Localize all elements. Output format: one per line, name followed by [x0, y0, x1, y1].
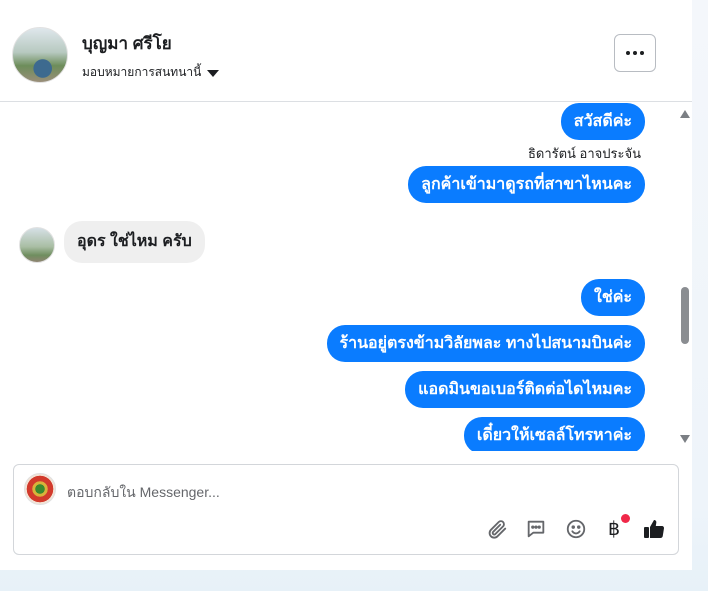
- assign-label: มอบหมายการสนทนานี้: [82, 65, 202, 79]
- assign-conversation-dropdown[interactable]: มอบหมายการสนทนานี้: [82, 63, 220, 82]
- outgoing-message[interactable]: ใช่ค่ะ: [581, 279, 645, 316]
- reply-input[interactable]: [67, 481, 467, 503]
- outgoing-message[interactable]: ลูกค้าเข้ามาดูรถที่สาขาไหนคะ: [408, 166, 645, 203]
- outgoing-message[interactable]: สวัสดีค่ะ: [560, 103, 645, 140]
- conversation-header: บุญมา ศรีโย มอบหมายการสนทนานี้: [0, 2, 692, 102]
- baht-icon: ฿: [607, 517, 621, 540]
- more-options-button[interactable]: [614, 34, 656, 72]
- contact-name[interactable]: บุญมา ศรีโย: [82, 30, 172, 57]
- incoming-message[interactable]: อุดร ใช่ไหม ครับ: [64, 221, 205, 263]
- page-avatar: [24, 473, 56, 505]
- chat-bubble-icon: [527, 520, 545, 538]
- outgoing-message[interactable]: แอดมินขอเบอร์ติดต่อไดไหมคะ: [405, 371, 645, 408]
- attach-button[interactable]: [484, 516, 510, 542]
- scrollbar-thumb[interactable]: [681, 287, 689, 344]
- notification-dot: [621, 514, 630, 523]
- paperclip-icon: [488, 520, 507, 539]
- more-dots-icon: [626, 51, 644, 55]
- thumbs-up-icon: [644, 520, 665, 539]
- emoji-button[interactable]: [563, 516, 589, 542]
- contact-avatar[interactable]: [12, 27, 68, 83]
- sender-name: ธิดารัตน์ อาจประจัน: [527, 146, 641, 161]
- like-button[interactable]: [641, 516, 667, 542]
- scroll-down-arrow-icon[interactable]: [680, 435, 690, 443]
- caret-down-icon: [207, 70, 220, 77]
- message-list[interactable]: สวัสดีค่ะ ธิดารัตน์ อาจประจัน ลูกค้าเข้า…: [0, 103, 676, 451]
- smiley-icon: [566, 519, 586, 539]
- outgoing-message[interactable]: ร้านอยู่ตรงข้ามวิลัยพละ ทางไปสนามบินค่ะ: [326, 325, 645, 362]
- conversation-panel: บุญมา ศรีโย มอบหมายการสนทนานี้ สวัสดีค่ะ…: [0, 0, 692, 570]
- saved-replies-button[interactable]: [523, 516, 549, 542]
- contact-avatar-small[interactable]: [19, 227, 55, 263]
- outgoing-message[interactable]: เดี๋ยวให้เซลล์โทรหาค่ะ: [463, 417, 645, 451]
- scroll-up-arrow-icon[interactable]: [680, 110, 690, 118]
